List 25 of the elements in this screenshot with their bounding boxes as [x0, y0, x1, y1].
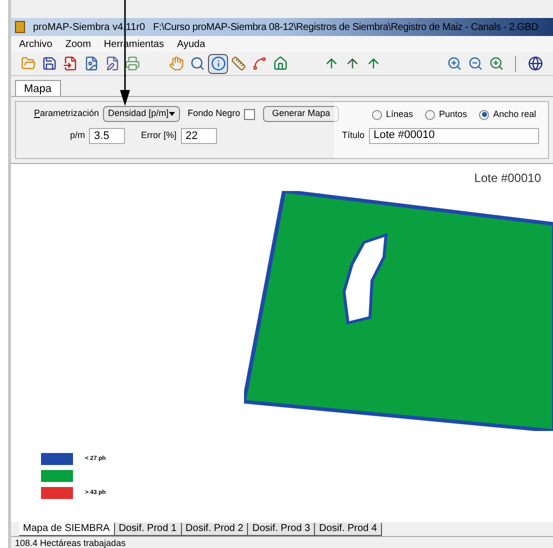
sheet-tab[interactable]: Mapa de SIEMBRA [19, 523, 115, 536]
title-field[interactable]: Lote #00010 [368, 128, 539, 144]
pm-label: p/m [70, 129, 86, 142]
map-title: Lote #00010 [474, 170, 541, 187]
pm-field[interactable]: 3.5 [89, 128, 126, 144]
sheet-tab[interactable]: Dosif. Prod 3 [248, 523, 316, 536]
error-label: Error [%] [141, 129, 177, 142]
title-label: Título [342, 128, 365, 142]
radio-label: Puntos [439, 108, 468, 121]
tab[interactable]: Mapa [15, 80, 61, 96]
generate-button[interactable]: Generar Mapa [263, 106, 340, 122]
error-field[interactable]: 22 [180, 128, 217, 144]
menu-item[interactable]: Ayuda [176, 36, 206, 52]
fondo-label: Fondo Negro [188, 107, 240, 120]
radio-label: Líneas [386, 108, 414, 121]
file-path: F:\Curso proMAP-Siembra 08-12\Registros de Siembra\Registro de Maiz - Canals - 2.GBD [153, 20, 538, 34]
menu-item[interactable]: Archivo [19, 36, 52, 52]
sheet-tab[interactable]: Dosif. Prod 4 [315, 523, 382, 536]
sheet-tab[interactable]: Dosif. Prod 2 [182, 523, 248, 536]
param-label: Parametrización [34, 107, 100, 120]
menu-item[interactable]: Zoom [65, 36, 91, 52]
sheet-tab[interactable]: Dosif. Prod 1 [114, 523, 182, 536]
radio-label: Ancho real [493, 108, 536, 121]
status-text: 108.4 Hectáreas trabajadas [15, 538, 126, 548]
param-dropdown[interactable]: Densidad [p/m] [103, 106, 180, 122]
